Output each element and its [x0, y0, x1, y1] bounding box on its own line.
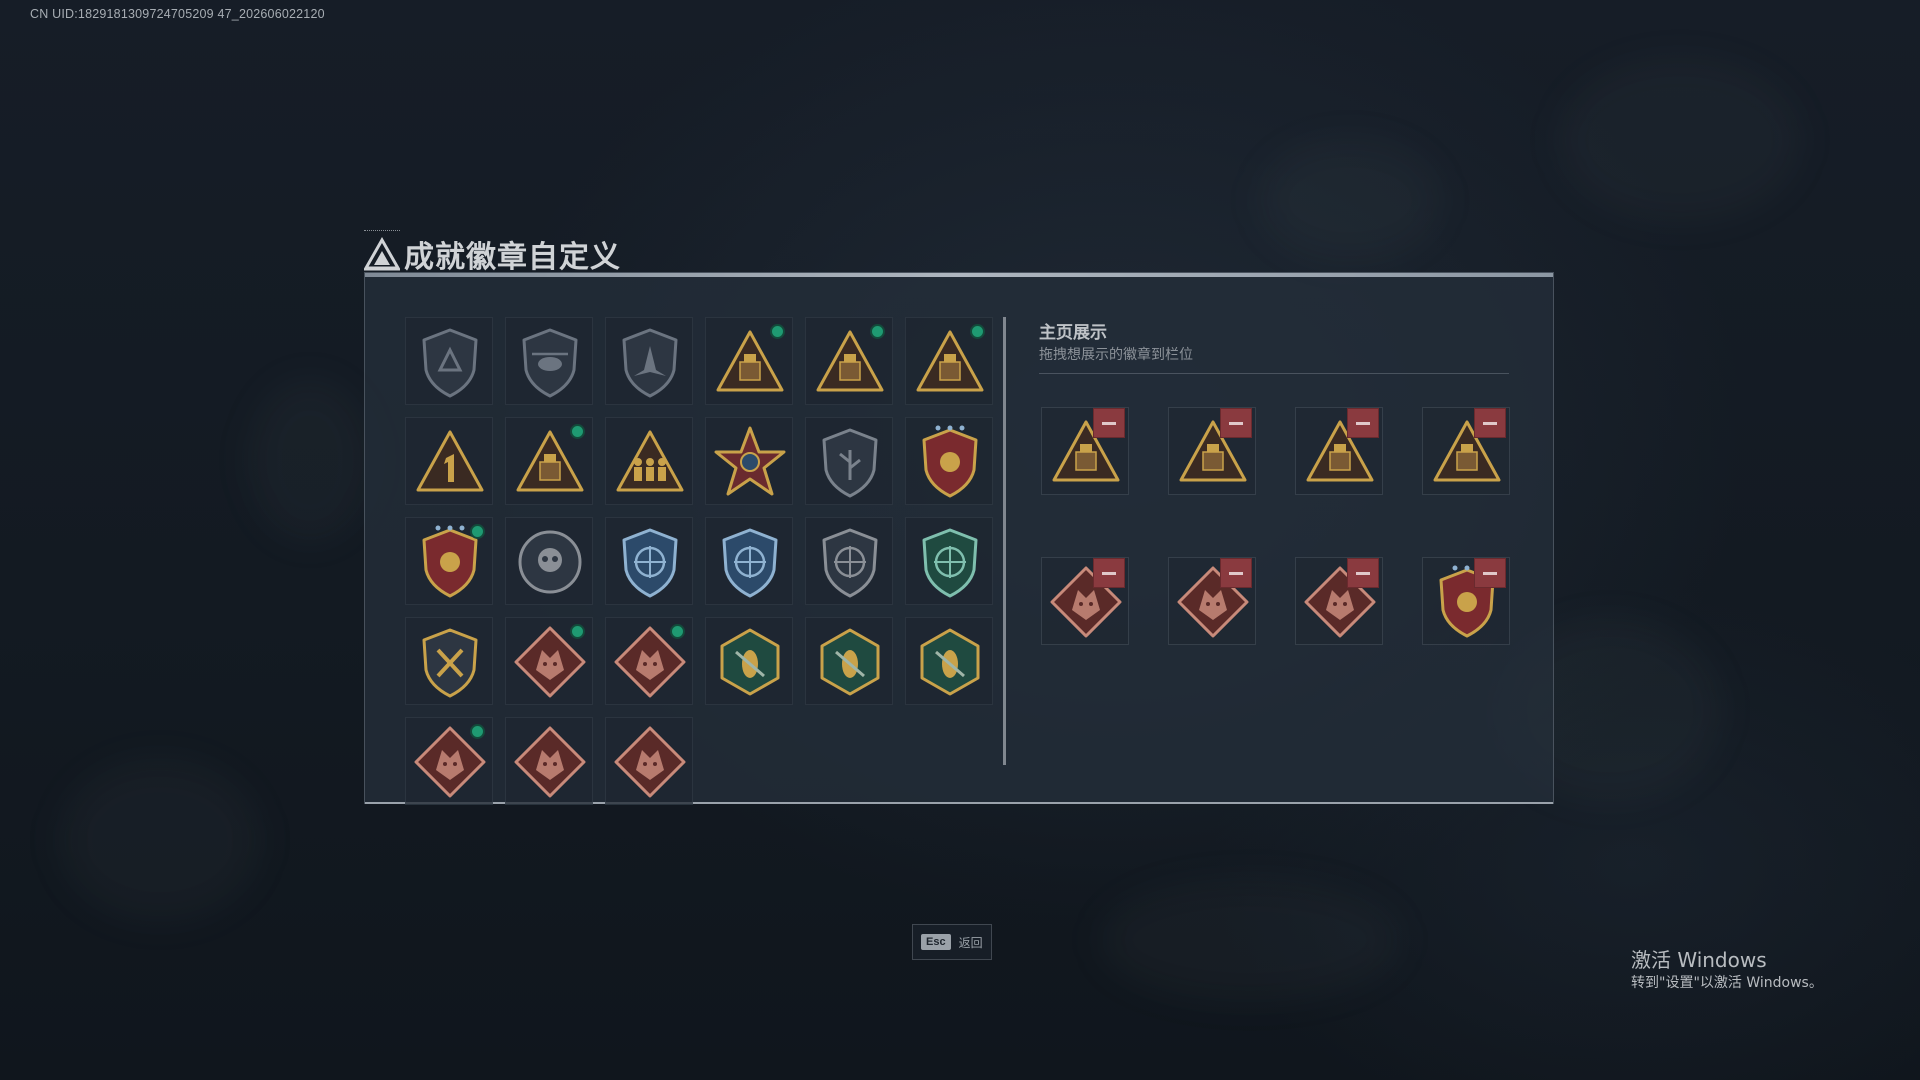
- badge-slot[interactable]: [905, 517, 993, 605]
- round-skull-badge-icon: [518, 530, 582, 594]
- page-title: 成就徽章自定义: [404, 240, 621, 275]
- badge-slot[interactable]: [505, 617, 593, 705]
- badge-slot[interactable]: [705, 617, 793, 705]
- minus-icon: [1356, 422, 1370, 425]
- minus-icon: [1483, 572, 1497, 575]
- minus-icon: [1229, 572, 1243, 575]
- shield-crosshair-badge-icon: [622, 528, 678, 598]
- badge-slot[interactable]: [805, 317, 893, 405]
- display-slot[interactable]: [1041, 407, 1129, 495]
- new-badge-dot: [970, 324, 985, 339]
- star-medal-badge-icon: [714, 426, 786, 496]
- badge-slot[interactable]: [405, 417, 493, 505]
- display-slot[interactable]: [1295, 407, 1383, 495]
- display-slot[interactable]: [1295, 557, 1383, 645]
- shield-jet-badge-icon: [622, 328, 678, 398]
- remove-badge-button[interactable]: [1220, 408, 1252, 438]
- minus-icon: [1483, 422, 1497, 425]
- badge-slot[interactable]: [905, 317, 993, 405]
- back-button[interactable]: Esc 返回: [912, 924, 992, 960]
- badge-slot[interactable]: [605, 617, 693, 705]
- display-rule: [1039, 373, 1509, 374]
- triangle-number-one-badge-icon: [416, 430, 484, 492]
- badge-slot[interactable]: [505, 517, 593, 605]
- badge-slot[interactable]: [405, 317, 493, 405]
- badge-slot[interactable]: [605, 317, 693, 405]
- badge-slot[interactable]: [605, 517, 693, 605]
- page-title-bar: 成就徽章自定义: [364, 232, 621, 276]
- badge-slot[interactable]: [405, 617, 493, 705]
- display-heading: 主页展示: [1039, 323, 1107, 343]
- badge-slot[interactable]: [705, 517, 793, 605]
- new-badge-dot: [470, 724, 485, 739]
- windows-activation-title: 激活 Windows: [1631, 948, 1767, 972]
- shield-swords-badge-icon: [422, 628, 478, 698]
- diamond-dragon-badge-icon: [514, 726, 586, 798]
- display-slot[interactable]: [1168, 557, 1256, 645]
- badge-slot[interactable]: [505, 417, 593, 505]
- windows-activation-subtitle: 转到"设置"以激活 Windows。: [1631, 975, 1823, 991]
- new-badge-dot: [570, 624, 585, 639]
- shield-triangle-badge-icon: [422, 328, 478, 398]
- panel-divider: [1003, 317, 1006, 765]
- minus-icon: [1229, 422, 1243, 425]
- badge-customize-panel: 主页展示 拖拽想展示的徽章到栏位: [364, 272, 1554, 805]
- badge-slot[interactable]: [805, 417, 893, 505]
- diamond-runner-badge-icon: [614, 726, 686, 798]
- badge-slot[interactable]: [705, 417, 793, 505]
- minus-icon: [1356, 572, 1370, 575]
- remove-badge-button[interactable]: [1220, 558, 1252, 588]
- remove-badge-button[interactable]: [1474, 408, 1506, 438]
- hex-wasp-badge-icon: [820, 628, 880, 696]
- hex-wasp-badge-icon: [720, 628, 780, 696]
- badge-slot[interactable]: [505, 317, 593, 405]
- shield-crosshair-badge-icon: [722, 528, 778, 598]
- badge-slot[interactable]: [705, 317, 793, 405]
- minus-icon: [1102, 422, 1116, 425]
- shield-plant-badge-icon: [822, 428, 878, 498]
- triangle-emblem-icon: [364, 237, 400, 271]
- game-screen: CN UID:1829181309724705209 47_2026060221…: [0, 0, 1920, 1080]
- badge-slot[interactable]: [805, 617, 893, 705]
- new-badge-dot: [470, 524, 485, 539]
- display-slot[interactable]: [1041, 557, 1129, 645]
- remove-badge-button[interactable]: [1347, 558, 1379, 588]
- panel-top-bar: [365, 273, 1553, 277]
- uid-watermark: CN UID:1829181309724705209 47_2026060221…: [30, 7, 325, 21]
- esc-key-hint: Esc: [921, 934, 951, 950]
- crest-stars-badge-icon: [922, 425, 978, 498]
- remove-badge-button[interactable]: [1474, 558, 1506, 588]
- shield-helicopter-badge-icon: [522, 328, 578, 398]
- hex-hammer-badge-icon: [920, 628, 980, 696]
- badge-slot[interactable]: [805, 517, 893, 605]
- minus-icon: [1102, 572, 1116, 575]
- remove-badge-button[interactable]: [1093, 558, 1125, 588]
- display-slot[interactable]: [1422, 407, 1510, 495]
- new-badge-dot: [770, 324, 785, 339]
- new-badge-dot: [670, 624, 685, 639]
- remove-badge-button[interactable]: [1093, 408, 1125, 438]
- display-slot[interactable]: [1422, 557, 1510, 645]
- badge-slot[interactable]: [905, 417, 993, 505]
- display-slot[interactable]: [1168, 407, 1256, 495]
- shield-crosshair-badge-icon: [922, 528, 978, 598]
- triangle-soldiers-badge-icon: [616, 430, 684, 492]
- shield-crosshair-badge-icon: [822, 528, 878, 598]
- back-label: 返回: [958, 935, 983, 950]
- badge-slot[interactable]: [605, 717, 693, 805]
- badge-slot[interactable]: [405, 517, 493, 605]
- new-badge-dot: [870, 324, 885, 339]
- badge-slot[interactable]: [605, 417, 693, 505]
- display-subheading: 拖拽想展示的徽章到栏位: [1039, 347, 1193, 363]
- new-badge-dot: [570, 424, 585, 439]
- remove-badge-button[interactable]: [1347, 408, 1379, 438]
- badge-slot[interactable]: [905, 617, 993, 705]
- badge-slot[interactable]: [405, 717, 493, 805]
- badge-slot[interactable]: [505, 717, 593, 805]
